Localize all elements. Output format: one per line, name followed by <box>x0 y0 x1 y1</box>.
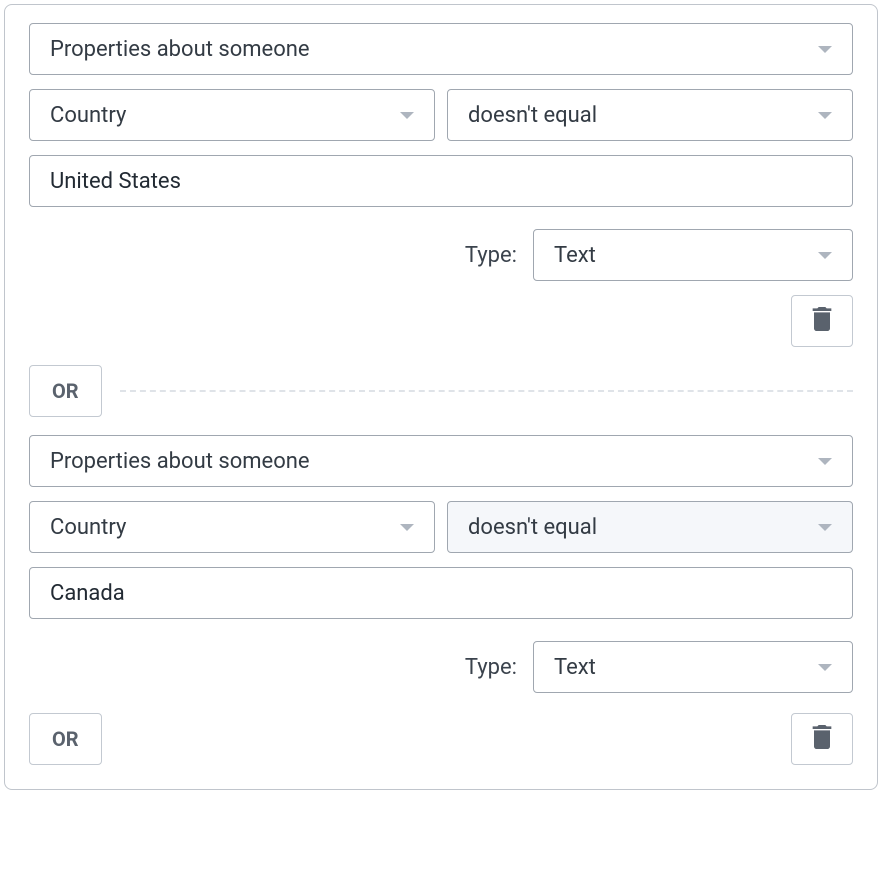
category-select[interactable]: Properties about someone <box>29 23 853 75</box>
chevron-down-icon <box>818 252 832 259</box>
operator-select-value: doesn't equal <box>468 515 597 540</box>
category-select-value: Properties about someone <box>50 449 310 474</box>
property-select-value: Country <box>50 103 126 128</box>
delete-button[interactable] <box>791 295 853 347</box>
chevron-down-icon <box>818 46 832 53</box>
operator-select-value: doesn't equal <box>468 103 597 128</box>
value-input-text: Canada <box>50 581 125 606</box>
trash-icon <box>812 307 832 335</box>
property-select-value: Country <box>50 515 126 540</box>
add-or-button-label: OR <box>52 727 79 751</box>
or-divider: OR <box>29 365 853 417</box>
type-label: Type: <box>465 243 517 268</box>
chevron-down-icon <box>818 524 832 531</box>
delete-button[interactable] <box>791 713 853 765</box>
filter-panel: Properties about someone Country doesn't… <box>4 4 878 790</box>
divider-line <box>120 390 853 392</box>
trash-icon <box>812 725 832 753</box>
property-select[interactable]: Country <box>29 89 435 141</box>
or-divider-badge: OR <box>29 365 102 417</box>
operator-select[interactable]: doesn't equal <box>447 501 853 553</box>
value-input[interactable]: United States <box>29 155 853 207</box>
filter-block: Properties about someone Country doesn't… <box>29 23 853 347</box>
type-select[interactable]: Text <box>533 229 853 281</box>
category-select[interactable]: Properties about someone <box>29 435 853 487</box>
add-or-button[interactable]: OR <box>29 713 102 765</box>
chevron-down-icon <box>818 458 832 465</box>
category-select-value: Properties about someone <box>50 37 310 62</box>
chevron-down-icon <box>818 112 832 119</box>
operator-select[interactable]: doesn't equal <box>447 89 853 141</box>
chevron-down-icon <box>818 664 832 671</box>
type-select-value: Text <box>554 243 596 268</box>
value-input-text: United States <box>50 169 181 194</box>
value-input[interactable]: Canada <box>29 567 853 619</box>
type-select-value: Text <box>554 655 596 680</box>
type-select[interactable]: Text <box>533 641 853 693</box>
or-divider-label: OR <box>52 379 79 403</box>
type-label: Type: <box>465 655 517 680</box>
property-select[interactable]: Country <box>29 501 435 553</box>
chevron-down-icon <box>400 112 414 119</box>
filter-block: Properties about someone Country doesn't… <box>29 435 853 765</box>
chevron-down-icon <box>400 524 414 531</box>
